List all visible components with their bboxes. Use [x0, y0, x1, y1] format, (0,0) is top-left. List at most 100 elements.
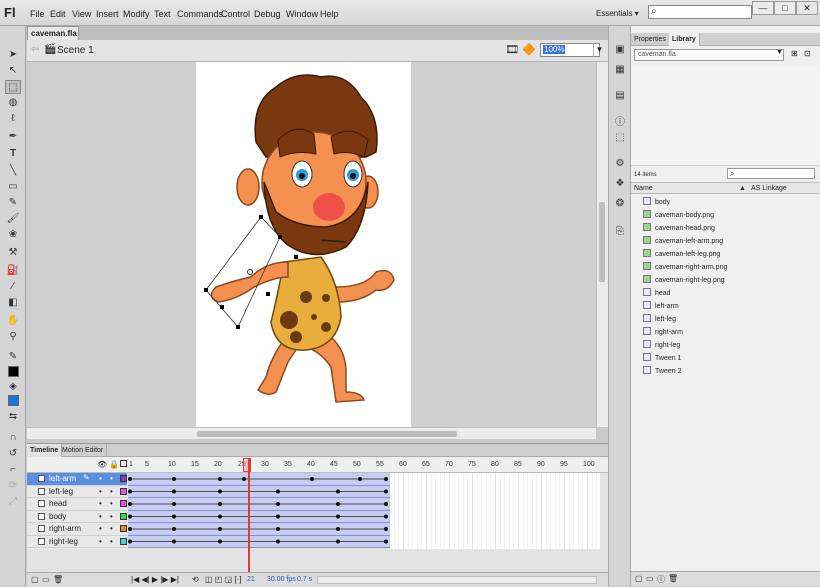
menu-window[interactable]: Window — [286, 9, 318, 19]
lock-dot[interactable]: • — [110, 524, 113, 533]
layer-color-swatch[interactable] — [120, 500, 127, 507]
library-item[interactable]: Tween 1 — [643, 353, 681, 366]
library-item[interactable]: caveman-body.png — [643, 210, 714, 223]
straighten-icon[interactable]: ⌐ — [5, 463, 21, 477]
onion-skin-icon[interactable]: ◫ ◰ ◲ [·] — [205, 575, 241, 584]
snap-magnet-icon[interactable]: ∩ — [5, 431, 21, 445]
caveman-artwork[interactable] — [196, 62, 411, 427]
eraser-tool-icon[interactable]: ◧ — [5, 296, 21, 310]
lock-dot[interactable]: • — [110, 537, 113, 546]
stroke-color-swatch[interactable] — [8, 366, 19, 377]
chevron-down-icon[interactable]: ▼ — [776, 49, 783, 56]
zoom-select[interactable]: 100% — [540, 43, 600, 57]
library-item[interactable]: caveman-head.png — [643, 223, 715, 236]
align-icon[interactable]: ▣ — [613, 44, 627, 57]
text-tool-icon[interactable]: T — [5, 147, 21, 161]
trash-icon[interactable]: 🗑 — [53, 575, 63, 584]
library-item[interactable]: caveman-right-arm.png — [643, 262, 727, 275]
layer-row-right-arm[interactable]: right-arm • • — [27, 523, 127, 536]
stage-horizontal-scrollbar[interactable] — [27, 427, 596, 439]
visibility-dot[interactable]: • — [99, 499, 102, 508]
tab-properties[interactable]: Properties — [631, 33, 670, 46]
bone-tool-icon[interactable]: ⚒ — [5, 246, 21, 260]
scroll-thumb[interactable] — [599, 202, 605, 282]
code-snippets-icon[interactable]: ⚙ — [613, 158, 627, 171]
components-icon[interactable]: ❖ — [613, 178, 627, 191]
layer-color-swatch[interactable] — [120, 525, 127, 532]
pencil-tool-icon[interactable]: ✎ — [5, 196, 21, 210]
lock-dot[interactable]: • — [110, 474, 113, 483]
column-linkage[interactable]: AS Linkage — [751, 185, 787, 192]
menu-view[interactable]: View — [72, 9, 91, 19]
visibility-dot[interactable]: • — [99, 512, 102, 521]
stage[interactable] — [196, 62, 411, 427]
motion-presets-icon[interactable]: ❂ — [613, 198, 627, 211]
layer-color-swatch[interactable] — [120, 512, 127, 520]
info-icon[interactable]: ⓘ — [613, 113, 627, 128]
new-symbol-icon[interactable]: ▢ — [635, 574, 643, 583]
selection-tool-icon[interactable]: ➤ — [5, 48, 21, 62]
frame-grid[interactable] — [128, 473, 390, 549]
menu-insert[interactable]: Insert — [96, 9, 119, 19]
visibility-dot[interactable]: • — [99, 487, 102, 496]
stage-vertical-scrollbar[interactable] — [596, 62, 608, 427]
close-window-button[interactable]: ✕ — [796, 1, 818, 15]
library-item[interactable]: left-arm — [643, 301, 679, 314]
layer-color-swatch[interactable] — [120, 537, 127, 545]
transform-icon[interactable]: ⬚ — [613, 132, 627, 145]
layer-color-swatch[interactable] — [120, 475, 127, 482]
lock-icon[interactable]: 🔒 — [109, 460, 119, 469]
new-layer-icon[interactable]: ▢ — [31, 575, 39, 584]
edit-scene-icon[interactable]: 🎞 — [505, 43, 519, 56]
layer-row-left-arm[interactable]: left-arm ✎ • • — [27, 473, 127, 486]
timeline-horizontal-scrollbar[interactable] — [317, 576, 597, 584]
column-name[interactable]: Name — [634, 185, 653, 192]
playback-controls[interactable]: |◀ ◀| ▶ |▶ ▶| — [131, 575, 179, 584]
menu-text[interactable]: Text — [154, 9, 171, 19]
library-item[interactable]: right-leg — [643, 340, 680, 353]
workspace-switcher[interactable]: Essentials ▾ — [596, 9, 639, 18]
layer-row-body[interactable]: body • • — [27, 511, 127, 523]
swap-colors-icon[interactable]: ⇆ — [5, 410, 21, 424]
new-folder-icon[interactable]: ▭ — [646, 574, 654, 583]
tab-timeline[interactable]: Timeline — [27, 444, 63, 457]
lasso-tool-icon[interactable]: ℓ — [5, 112, 21, 126]
swatches-icon[interactable]: ▤ — [613, 90, 627, 103]
minimize-button[interactable]: — — [752, 1, 774, 15]
deco-tool-icon[interactable]: ❀ — [5, 228, 21, 242]
visibility-dot[interactable]: • — [99, 524, 102, 533]
rectangle-tool-icon[interactable]: ▭ — [5, 180, 21, 194]
eyedropper-tool-icon[interactable]: ⁄ — [5, 280, 21, 294]
pen-tool-icon[interactable]: ✒ — [5, 130, 21, 144]
fill-color-swatch[interactable] — [8, 395, 19, 406]
new-folder-icon[interactable]: ▭ — [42, 575, 50, 584]
lock-dot[interactable]: • — [110, 512, 113, 521]
visibility-dot[interactable]: • — [99, 537, 102, 546]
visibility-dot[interactable]: • — [99, 474, 102, 483]
current-frame[interactable]: 21 — [247, 576, 255, 583]
smooth-icon[interactable]: ↺ — [5, 447, 21, 461]
tab-motion-editor[interactable]: Motion Editor — [59, 444, 108, 457]
menu-debug[interactable]: Debug — [254, 9, 281, 19]
library-item[interactable]: body — [643, 197, 670, 210]
library-document-select[interactable]: caveman.fla — [634, 49, 784, 61]
menu-control[interactable]: Control — [221, 9, 250, 19]
library-search-input[interactable]: ⌕ — [727, 168, 815, 179]
library-item[interactable]: Tween 2 — [643, 366, 681, 379]
empty-frames[interactable] — [390, 473, 600, 549]
menu-edit[interactable]: Edit — [50, 9, 66, 19]
library-item[interactable]: caveman-right-leg.png — [643, 275, 725, 288]
pin-library-icon[interactable]: ⊞ — [791, 49, 798, 58]
free-transform-tool-icon[interactable]: ⬚ — [5, 80, 21, 94]
line-tool-icon[interactable]: ╲ — [5, 164, 21, 178]
library-item[interactable]: right-arm — [643, 327, 683, 340]
zoom-tool-icon[interactable]: ⚲ — [5, 330, 21, 344]
playhead[interactable] — [248, 458, 250, 586]
library-item[interactable]: left-leg — [643, 314, 676, 327]
library-item[interactable]: head — [643, 288, 671, 301]
history-icon[interactable]: ⎘ — [613, 226, 627, 239]
menu-file[interactable]: File — [30, 9, 45, 19]
3d-rotation-tool-icon[interactable]: ◍ — [5, 96, 21, 110]
new-library-panel-icon[interactable]: ⊡ — [804, 49, 811, 58]
document-tab[interactable]: caveman.fla × — [27, 26, 79, 47]
